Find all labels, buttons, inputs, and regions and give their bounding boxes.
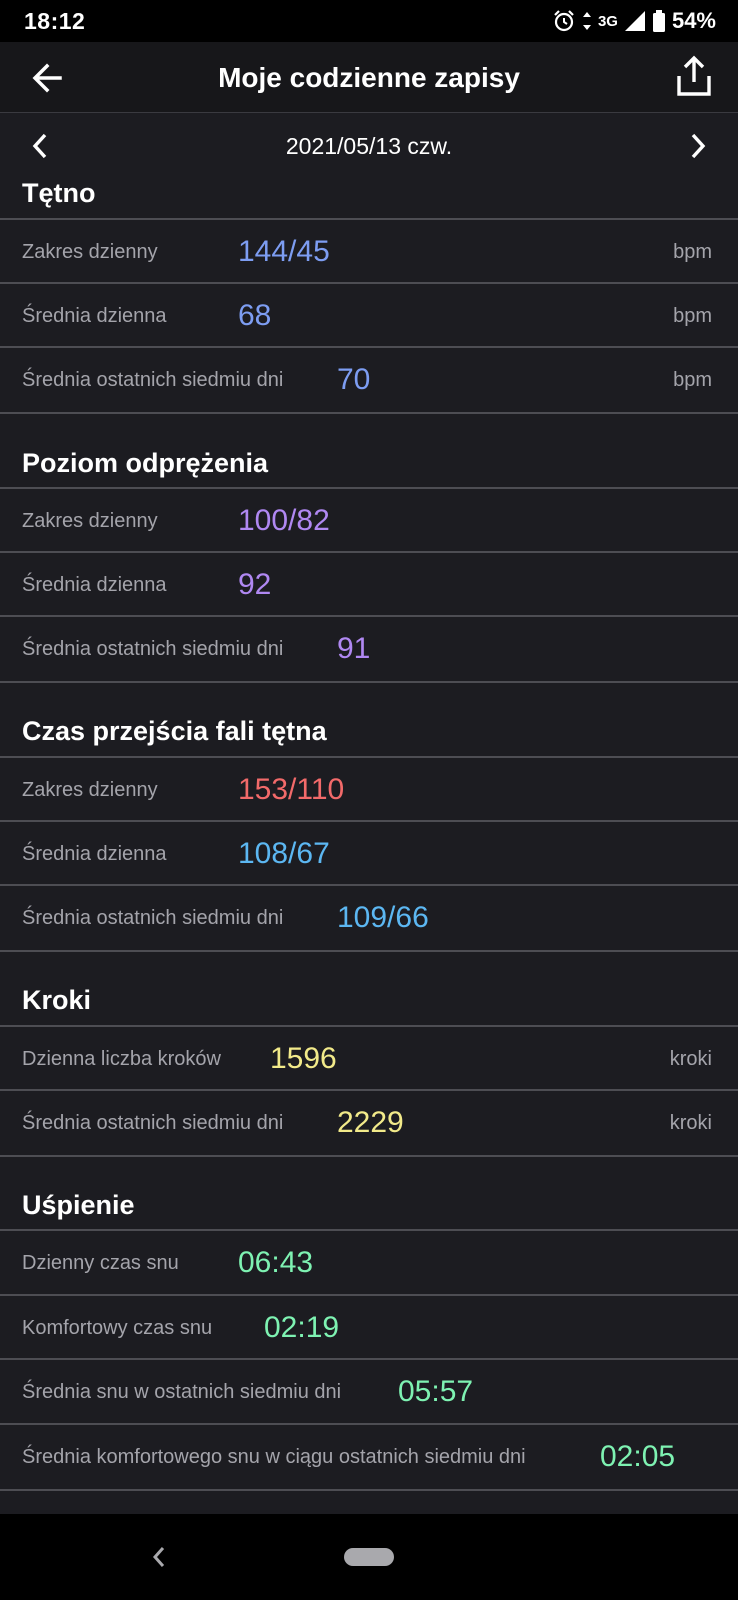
date-navigator: 2021/05/13 czw. [0,112,738,172]
row-value: 92 [238,568,272,601]
list-item: Średnia ostatnich siedmiu dni 2229 kroki [0,1089,738,1157]
row-unit: kroki [669,1112,712,1134]
list-item: Zakres dzienny 144/45 bpm [0,218,738,284]
nav-back-icon[interactable] [150,1544,168,1570]
row-unit: bpm [673,369,712,391]
section-title-pulse-transit: Czas przejścia fali tętna [22,716,327,746]
row-value: 100/82 [238,504,330,537]
row-label: Komfortowy czas snu [22,1317,213,1339]
row-label: Średnia ostatnich siedmiu dni [22,638,284,660]
data-transfer-icon [582,12,591,30]
row-value: 144/45 [238,235,330,268]
row-label: Zakres dzienny [22,510,158,532]
chevron-right-icon[interactable] [688,132,708,160]
row-label: Średnia ostatnich siedmiu dni [22,907,284,929]
list-item: Średnia ostatnich siedmiu dni 109/66 [0,884,738,952]
row-value: 153/110 [238,773,345,806]
share-icon[interactable] [674,54,714,98]
section-title-heart-rate: Tętno [22,178,96,208]
row-unit: bpm [673,305,712,327]
row-label: Zakres dzienny [22,241,158,263]
list-item: Zakres dzienny 153/110 [0,756,738,822]
row-label: Dzienna liczba kroków [22,1048,221,1070]
list-item: Średnia ostatnich siedmiu dni 70 bpm [0,346,738,414]
section-title-steps: Kroki [22,985,92,1015]
list-item: Zakres dzienny 100/82 [0,487,738,553]
battery-percent: 54% [671,8,716,33]
list-item: Dzienny czas snu 06:43 [0,1229,738,1295]
row-value: 02:05 [600,1440,676,1473]
list-item: Średnia snu w ostatnich siedmiu dni 05:5… [0,1358,738,1424]
status-time: 18:12 [24,8,86,34]
row-label: Średnia snu w ostatnich siedmiu dni [22,1381,342,1403]
row-value: 05:57 [398,1375,474,1408]
row-unit: kroki [669,1048,712,1070]
status-icons: 3G 54% [552,8,716,34]
list-item: Komfortowy czas snu 02:19 [0,1294,738,1360]
row-value: 1596 [270,1042,337,1075]
row-label: Średnia ostatnich siedmiu dni [22,1112,284,1134]
app-bar: Moje codzienne zapisy [0,42,738,113]
row-value: 109/66 [337,901,429,934]
row-value: 68 [238,299,272,332]
nav-home-pill[interactable] [344,1548,394,1566]
list-item: Średnia dzienna 108/67 [0,820,738,886]
row-value: 06:43 [238,1246,314,1279]
row-label: Średnia ostatnich siedmiu dni [22,369,284,391]
row-label: Zakres dzienny [22,779,158,801]
list-item: Średnia komfortowego snu w ciągu ostatni… [0,1423,738,1491]
alarm-icon [554,10,574,32]
section-title-sleep: Uśpienie [22,1190,135,1220]
row-value: 70 [337,363,371,396]
current-date: 2021/05/13 czw. [285,133,453,159]
list-item: Średnia dzienna 68 bpm [0,282,738,348]
battery-icon [652,10,665,32]
page-title: Moje codzienne zapisy [218,62,520,93]
network-type: 3G [597,12,618,30]
row-value: 91 [337,632,371,665]
system-nav-bar [0,1514,738,1600]
status-bar: 18:12 3G 54% [0,0,738,42]
list-item: Średnia ostatnich siedmiu dni 91 [0,615,738,683]
row-value: 108/67 [238,837,330,870]
row-unit: bpm [673,241,712,263]
row-label: Średnia komfortowego snu w ciągu ostatni… [22,1446,526,1468]
row-value: 2229 [337,1106,404,1139]
section-title-relaxation: Poziom odprężenia [22,448,269,478]
row-label: Dzienny czas snu [22,1252,179,1274]
row-label: Średnia dzienna [22,843,167,865]
row-label: Średnia dzienna [22,574,167,596]
list-item: Średnia dzienna 92 [0,551,738,617]
signal-icon [624,11,645,31]
list-item: Dzienna liczba kroków 1596 kroki [0,1025,738,1091]
row-value: 02:19 [264,1311,340,1344]
row-label: Średnia dzienna [22,305,167,327]
